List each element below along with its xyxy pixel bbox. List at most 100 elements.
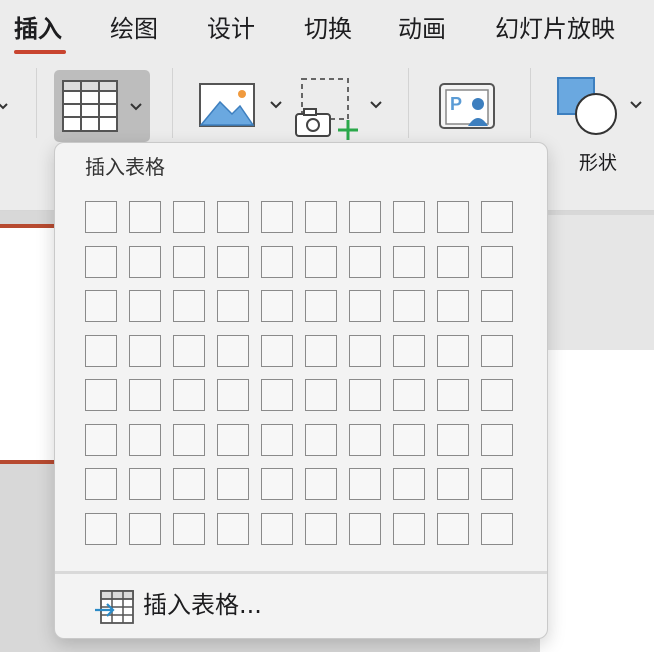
table-grid-cell[interactable] (217, 379, 249, 411)
tab-slideshow[interactable]: 幻灯片放映 (495, 12, 615, 46)
table-grid-cell[interactable] (349, 468, 381, 500)
table-grid-cell[interactable] (393, 201, 425, 233)
table-grid-cell[interactable] (305, 512, 337, 545)
table-size-grid[interactable] (85, 201, 525, 553)
shapes-label[interactable]: 形状 (566, 148, 630, 175)
shapes-button[interactable] (556, 74, 646, 136)
table-grid-cell[interactable] (393, 512, 425, 545)
table-grid-cell[interactable] (481, 201, 513, 233)
table-grid-cell[interactable] (261, 201, 293, 233)
table-grid-cell[interactable] (393, 468, 425, 500)
chevron-down-icon[interactable] (370, 100, 382, 110)
table-grid-cell[interactable] (261, 423, 293, 456)
table-grid-cell[interactable] (305, 379, 337, 411)
table-grid-cell[interactable] (173, 512, 205, 545)
chevron-down-icon[interactable] (270, 100, 282, 110)
table-grid-cell[interactable] (349, 290, 381, 322)
table-grid-cell[interactable] (261, 468, 293, 500)
table-grid-cell[interactable] (437, 512, 469, 545)
table-grid-cell[interactable] (437, 334, 469, 367)
table-grid-cell[interactable] (261, 512, 293, 545)
table-grid-cell[interactable] (217, 290, 249, 322)
table-grid-cell[interactable] (349, 245, 381, 278)
picture-button[interactable] (198, 82, 288, 132)
photo-album-button[interactable]: P (438, 82, 498, 134)
table-grid-cell[interactable] (481, 379, 513, 411)
table-grid-cell[interactable] (217, 468, 249, 500)
table-grid-cell[interactable] (437, 468, 469, 500)
insert-table-menu-item[interactable]: 插入表格... (55, 583, 547, 629)
tab-transitions[interactable]: 切换 (304, 12, 352, 46)
table-grid-cell[interactable] (173, 379, 205, 411)
table-grid-cell[interactable] (305, 468, 337, 500)
table-grid-cell[interactable] (129, 468, 161, 500)
table-grid-cell[interactable] (129, 334, 161, 367)
table-grid-cell[interactable] (349, 334, 381, 367)
table-grid-cell[interactable] (217, 201, 249, 233)
table-grid-cell[interactable] (305, 290, 337, 322)
chevron-down-icon[interactable] (0, 96, 8, 115)
table-grid-cell[interactable] (173, 423, 205, 456)
table-grid-cell[interactable] (437, 201, 469, 233)
chevron-down-icon[interactable] (630, 100, 642, 110)
tab-insert[interactable]: 插入 (14, 12, 62, 46)
chevron-down-icon[interactable] (130, 102, 142, 112)
table-grid-cell[interactable] (305, 245, 337, 278)
table-grid-cell[interactable] (129, 423, 161, 456)
table-grid-cell[interactable] (349, 201, 381, 233)
table-grid-cell[interactable] (261, 290, 293, 322)
table-grid-cell[interactable] (129, 245, 161, 278)
table-grid-cell[interactable] (85, 201, 117, 233)
tab-draw[interactable]: 绘图 (110, 12, 158, 46)
table-grid-cell[interactable] (481, 468, 513, 500)
table-grid-cell[interactable] (85, 468, 117, 500)
table-grid-cell[interactable] (481, 245, 513, 278)
tab-animations[interactable]: 动画 (398, 12, 446, 46)
table-grid-cell[interactable] (85, 334, 117, 367)
table-grid-cell[interactable] (129, 379, 161, 411)
table-grid-cell[interactable] (349, 423, 381, 456)
table-grid-cell[interactable] (261, 379, 293, 411)
table-grid-cell[interactable] (305, 334, 337, 367)
table-grid-cell[interactable] (85, 512, 117, 545)
table-grid-cell[interactable] (393, 245, 425, 278)
table-grid-cell[interactable] (129, 290, 161, 322)
tab-design[interactable]: 设计 (207, 12, 255, 46)
table-grid-cell[interactable] (173, 468, 205, 500)
table-grid-cell[interactable] (349, 379, 381, 411)
table-grid-cell[interactable] (129, 512, 161, 545)
table-grid-cell[interactable] (85, 290, 117, 322)
table-grid-cell[interactable] (261, 245, 293, 278)
table-grid-cell[interactable] (349, 512, 381, 545)
table-grid-cell[interactable] (393, 334, 425, 367)
table-grid-cell[interactable] (217, 423, 249, 456)
table-grid-cell[interactable] (217, 512, 249, 545)
table-grid-cell[interactable] (85, 245, 117, 278)
table-grid-cell[interactable] (437, 379, 469, 411)
table-grid-cell[interactable] (129, 201, 161, 233)
table-grid-cell[interactable] (217, 245, 249, 278)
slide-canvas[interactable] (540, 350, 654, 652)
screenshot-button[interactable] (294, 76, 386, 140)
table-grid-cell[interactable] (393, 290, 425, 322)
table-button[interactable] (54, 70, 150, 142)
table-grid-cell[interactable] (85, 379, 117, 411)
table-grid-cell[interactable] (85, 423, 117, 456)
table-grid-cell[interactable] (173, 290, 205, 322)
table-grid-cell[interactable] (305, 201, 337, 233)
table-grid-cell[interactable] (437, 290, 469, 322)
table-grid-cell[interactable] (393, 379, 425, 411)
table-grid-cell[interactable] (481, 423, 513, 456)
table-grid-cell[interactable] (481, 290, 513, 322)
table-grid-cell[interactable] (173, 201, 205, 233)
table-grid-cell[interactable] (437, 245, 469, 278)
table-grid-cell[interactable] (393, 423, 425, 456)
slide-thumbnail[interactable] (0, 224, 54, 464)
table-grid-cell[interactable] (481, 334, 513, 367)
table-grid-cell[interactable] (305, 423, 337, 456)
table-grid-cell[interactable] (481, 512, 513, 545)
table-grid-cell[interactable] (437, 423, 469, 456)
table-grid-cell[interactable] (173, 245, 205, 278)
table-grid-cell[interactable] (217, 334, 249, 367)
table-grid-cell[interactable] (261, 334, 293, 367)
